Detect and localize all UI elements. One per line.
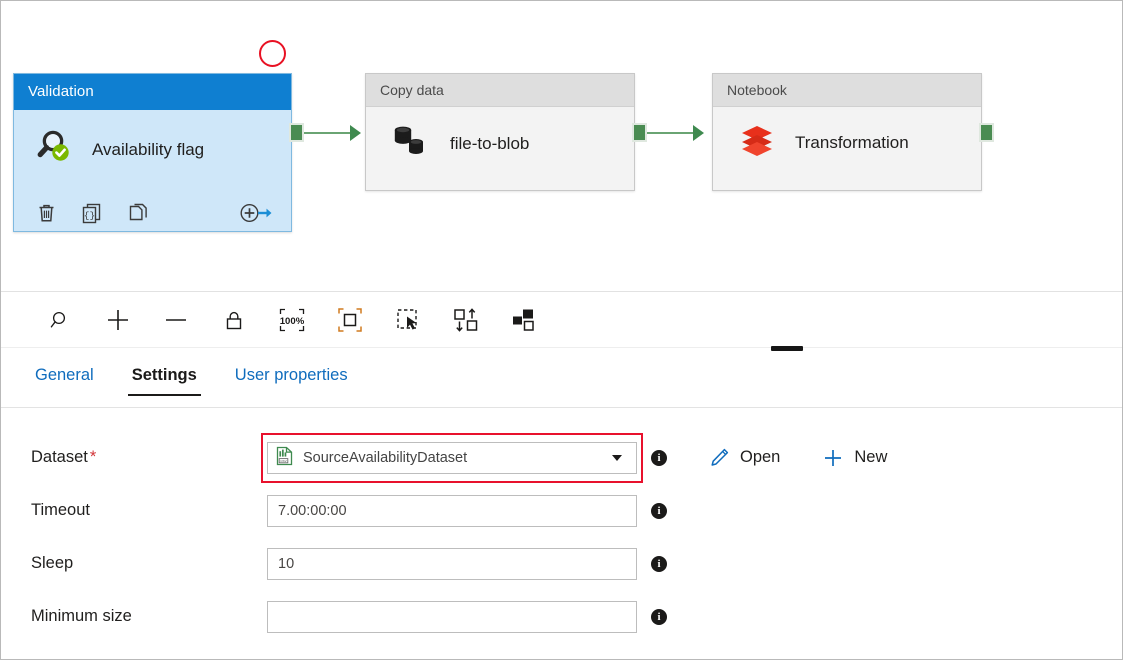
copy-icon[interactable] [127, 202, 149, 224]
settings-form: Dataset * CSV SourceAvailabilityDataset … [1, 409, 1122, 659]
node-name: file-to-blob [450, 133, 530, 153]
pipeline-canvas[interactable]: Validation Availability flag {} Copy dat… [1, 1, 1122, 292]
connector-line-1 [304, 132, 350, 134]
panel-splitter-handle[interactable] [771, 346, 803, 351]
minimum-size-info-icon[interactable]: i [651, 608, 667, 625]
svg-text:CSV: CSV [280, 459, 287, 463]
zoom-100-percent-icon[interactable]: 100% [263, 300, 321, 340]
activity-node-validation[interactable]: Validation Availability flag {} [13, 73, 292, 232]
sleep-value: 10 [278, 555, 295, 572]
activity-node-notebook[interactable]: Notebook Transformation [712, 73, 982, 191]
new-dataset-button[interactable]: New [822, 447, 887, 469]
magnifier-icon[interactable] [31, 300, 89, 340]
timeout-label: Timeout [31, 501, 90, 519]
svg-text:100%: 100% [280, 316, 305, 327]
lock-icon[interactable] [205, 300, 263, 340]
arrange-layout-icon[interactable] [495, 300, 553, 340]
code-brackets-icon[interactable]: {} [81, 202, 103, 224]
open-dataset-button[interactable]: Open [709, 447, 780, 468]
databricks-stack-icon [737, 121, 777, 164]
node-name: Transformation [795, 132, 909, 152]
adf-pipeline-editor: Validation Availability flag {} Copy dat… [0, 0, 1123, 660]
marquee-select-icon[interactable] [379, 300, 437, 340]
red-circle-highlight-annotation [259, 40, 286, 67]
node-name: Availability flag [92, 139, 205, 159]
tab-user-properties[interactable]: User properties [231, 353, 352, 396]
sleep-info-icon[interactable]: i [651, 555, 667, 572]
form-row-timeout: Timeout 7.00:00:00 i [1, 484, 1122, 537]
minimum-size-input[interactable] [267, 600, 637, 633]
database-copy-icon [390, 121, 432, 166]
connector-arrow-1 [350, 125, 361, 141]
node-body: Transformation [713, 107, 981, 164]
trash-icon[interactable] [36, 202, 57, 224]
dataset-info-icon[interactable]: i [651, 449, 667, 466]
node-action-bar: {} [14, 202, 291, 224]
connector-port-copy-out[interactable] [632, 123, 647, 142]
magnifier-check-icon [34, 126, 76, 173]
dataset-label: Dataset * [31, 448, 97, 466]
node-type-label: Notebook [713, 74, 981, 107]
zoom-to-fit-icon[interactable] [321, 300, 379, 340]
plus-icon[interactable] [89, 300, 147, 340]
node-type-label: Copy data [366, 74, 634, 107]
minimum-size-label: Minimum size [31, 607, 132, 625]
node-body: Availability flag {} [14, 110, 291, 232]
pencil-icon [709, 447, 730, 468]
activity-node-copy-data[interactable]: Copy data file-to-blob [365, 73, 635, 191]
new-dataset-label: New [854, 448, 888, 466]
connector-port-notebook-out[interactable] [979, 123, 994, 142]
form-row-sleep: Sleep 10 i [1, 537, 1122, 590]
node-body: file-to-blob [366, 107, 634, 166]
svg-text:{}: {} [84, 210, 95, 221]
chevron-down-icon[interactable] [612, 454, 622, 461]
connector-port-validation-out[interactable] [289, 123, 304, 142]
auto-align-icon[interactable] [437, 300, 495, 340]
plus-icon [822, 447, 844, 469]
timeout-value: 7.00:00:00 [278, 502, 347, 519]
timeout-input[interactable]: 7.00:00:00 [267, 494, 637, 527]
required-asterisk: * [89, 448, 97, 466]
sleep-input[interactable]: 10 [267, 547, 637, 580]
csv-dataset-icon: CSV [276, 446, 294, 470]
node-type-label: Validation [14, 74, 291, 110]
dataset-value: SourceAvailabilityDataset [303, 449, 468, 466]
timeout-info-icon[interactable]: i [651, 502, 667, 519]
dataset-field-wrap: CSV SourceAvailabilityDataset [261, 432, 643, 483]
properties-tab-bar: General Settings User properties [1, 353, 1122, 408]
connector-line-2 [647, 132, 693, 134]
form-row-minimum-size: Minimum size i [1, 590, 1122, 643]
minus-icon[interactable] [147, 300, 205, 340]
add-output-arrow-icon[interactable] [239, 202, 273, 224]
form-row-dataset: Dataset * CSV SourceAvailabilityDataset … [1, 431, 1122, 484]
sleep-label: Sleep [31, 554, 74, 572]
open-dataset-label: Open [740, 448, 781, 466]
tab-general[interactable]: General [31, 353, 98, 396]
connector-arrow-2 [693, 125, 704, 141]
dataset-combobox[interactable]: CSV SourceAvailabilityDataset [267, 441, 637, 474]
tab-settings[interactable]: Settings [127, 353, 201, 396]
canvas-toolbar: 100% [1, 293, 1122, 348]
